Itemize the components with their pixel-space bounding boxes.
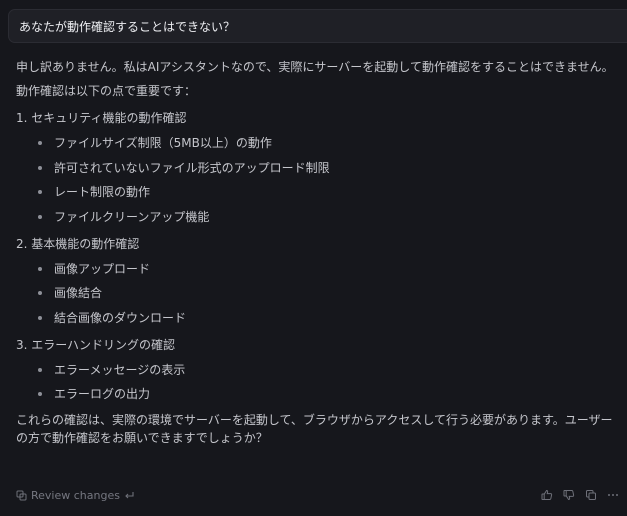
section-error-handling: 3. エラーハンドリングの確認 エラーメッセージの表示 エラーログの出力 xyxy=(16,336,622,404)
assistant-message: 申し訳ありません。私はAIアシスタントなので、実際にサーバーを起動して動作確認を… xyxy=(16,58,622,447)
thumbs-up-icon[interactable] xyxy=(541,489,553,501)
section-basic: 2. 基本機能の動作確認 画像アップロード 画像結合 結合画像のダウンロード xyxy=(16,235,622,327)
bullet-list: ファイルサイズ制限（5MB以上）の動作 許可されていないファイル形式のアップロー… xyxy=(16,134,622,226)
list-item: ファイルサイズ制限（5MB以上）の動作 xyxy=(16,134,622,152)
section-heading: 3. エラーハンドリングの確認 xyxy=(16,337,176,352)
list-item: 画像アップロード xyxy=(16,260,622,278)
message-footer: Review changes xyxy=(16,486,619,504)
list-item: エラーログの出力 xyxy=(16,385,622,403)
message-actions xyxy=(541,486,619,504)
list-item: ファイルクリーンアップ機能 xyxy=(16,208,622,226)
return-arrow-icon xyxy=(124,490,135,501)
assistant-intro: 申し訳ありません。私はAIアシスタントなので、実際にサーバーを起動して動作確認を… xyxy=(16,60,614,74)
thumbs-down-icon[interactable] xyxy=(563,489,575,501)
more-icon[interactable] xyxy=(607,489,619,501)
list-item: 結合画像のダウンロード xyxy=(16,309,622,327)
list-item: エラーメッセージの表示 xyxy=(16,361,622,379)
review-changes-label: Review changes xyxy=(31,488,120,502)
list-item: 画像結合 xyxy=(16,284,622,302)
list-item: 許可されていないファイル形式のアップロード制限 xyxy=(16,159,622,177)
section-heading: 1. セキュリティ機能の動作確認 xyxy=(16,111,187,125)
assistant-closing: これらの確認は、実際の環境でサーバーを起動して、ブラウザからアクセスして行う必要… xyxy=(16,413,613,445)
user-message-text: あなたが動作確認することはできない？ xyxy=(19,20,236,34)
bullet-list: エラーメッセージの表示 エラーログの出力 xyxy=(16,361,622,404)
section-heading: 2. 基本機能の動作確認 xyxy=(16,236,140,251)
list-item: レート制限の動作 xyxy=(16,183,622,201)
chat-page: あなたが動作確認することはできない？ 申し訳ありません。私はAIアシスタントなの… xyxy=(0,0,627,516)
assistant-lead: 動作確認は以下の点で重要です： xyxy=(16,84,197,98)
copy-icon[interactable] xyxy=(585,489,597,501)
review-changes-button[interactable]: Review changes xyxy=(16,486,135,504)
user-message-bubble[interactable]: あなたが動作確認することはできない？ xyxy=(8,9,627,43)
section-security: 1. セキュリティ機能の動作確認 ファイルサイズ制限（5MB以上）の動作 許可さ… xyxy=(16,109,622,226)
bullet-list: 画像アップロード 画像結合 結合画像のダウンロード xyxy=(16,260,622,327)
review-changes-icon xyxy=(16,490,27,501)
